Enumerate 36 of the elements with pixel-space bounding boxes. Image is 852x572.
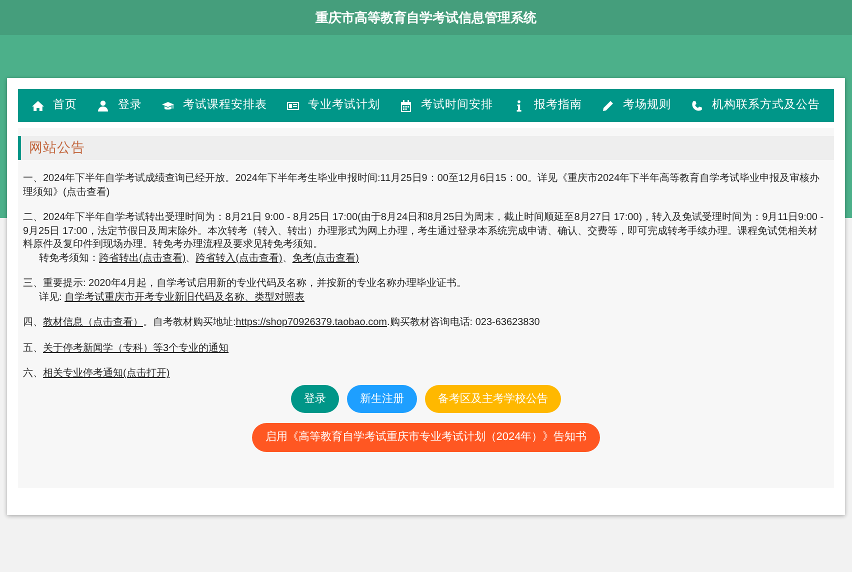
notice-link[interactable]: 跨省转出(点击查看): [99, 252, 186, 264]
site-title: 重庆市高等教育自学考试信息管理系统: [316, 8, 536, 27]
nav-link[interactable]: 登录: [97, 96, 142, 114]
nav-link[interactable]: 考场规则: [602, 96, 671, 114]
notice-link[interactable]: 免考(点击查看): [292, 252, 360, 264]
notice-link[interactable]: 教材信息（点击查看）: [43, 317, 143, 328]
notice-link[interactable]: 跨省转入(点击查看): [196, 252, 282, 264]
nav-link[interactable]: 首页: [32, 96, 77, 114]
notice-text: 一、2024年下半年自学考试成绩查询已经开放。2024年下半年考生毕业申报时间:11月25日9：00至12月6日15：00。详见《重庆市2024年下半年高等教育自学考试毕业申报及审核办理须知》(点击查看): [23, 172, 821, 200]
action-button[interactable]: 启用《高等教育自学考试重庆市专业考试计划（2024年）》告知书: [252, 423, 600, 452]
notice-text: 六、相关专业停考通知(点击打开): [23, 367, 171, 381]
notice-text: 详见: 自学考试重庆市开考专业新旧代码及名称、类型对照表: [38, 290, 306, 304]
nav-link[interactable]: 报考指南: [513, 96, 582, 114]
nav-link[interactable]: 考试课程安排表: [162, 96, 267, 114]
phone-icon: [691, 100, 703, 112]
pencil-icon: [602, 100, 614, 112]
id-card-icon: [287, 100, 299, 112]
user-icon: [97, 100, 109, 112]
notice-text: 三、重要提示: 2020年4月起，自学考试启用新的专业代码及名称，并按新的专业名称办理毕业证书。: [23, 277, 468, 291]
notice-link[interactable]: 关于停考新闻学（专科）等3个专业的通知: [43, 342, 229, 354]
graduation-cap-icon: [162, 100, 174, 112]
notice-text: 四、教材信息（点击查看）。自考教材购买地址:https://shop70926379.taobao.com.购买教材咨询电话: 023-63623830: [23, 316, 541, 330]
nav-link[interactable]: 考试时间安排: [400, 96, 493, 114]
nav-link[interactable]: 机构联系方式及公告: [691, 96, 820, 114]
home-icon: [32, 100, 44, 112]
notice-link[interactable]: 相关专业停考通知(点击打开): [43, 368, 170, 380]
action-button[interactable]: 新生注册: [347, 384, 417, 414]
notice-text: 转免考须知：跨省转出(点击查看)、跨省转入(点击查看)、免考(点击查看): [38, 252, 360, 266]
action-button[interactable]: 登录: [291, 384, 339, 414]
notice-link[interactable]: 自学考试重庆市开考专业新旧代码及名称、类型对照表: [64, 292, 305, 303]
notice-link[interactable]: https://shop70926379.taobao.com: [236, 317, 388, 328]
section-title: 网站公告: [18, 136, 834, 160]
notice-text: 五、关于停考新闻学（专科）等3个专业的通知: [23, 342, 230, 356]
calendar-icon: [400, 100, 412, 112]
nav-link[interactable]: 专业考试计划: [287, 96, 380, 114]
notice-text: 二、2024年下半年自学考试转出受理时间为：8月21日 9:00 - 8月25日 17:00(由于8月24日和8月25日为周末，截止时间顺延至8月27日 17:00)，转入及免试受理时间为：9月11日9:00 - 9月25日 17:00，法定节假日及周末除外。本次转考（转入、转出）办理形式为网上办理，考生通过登录本系统完成申请、确认、交费等，即可完成转考手续办理。课程免试凭相关材料原件及复印件到现场办理。转免考办理流程及要求见转免考须知。: [23, 211, 825, 252]
